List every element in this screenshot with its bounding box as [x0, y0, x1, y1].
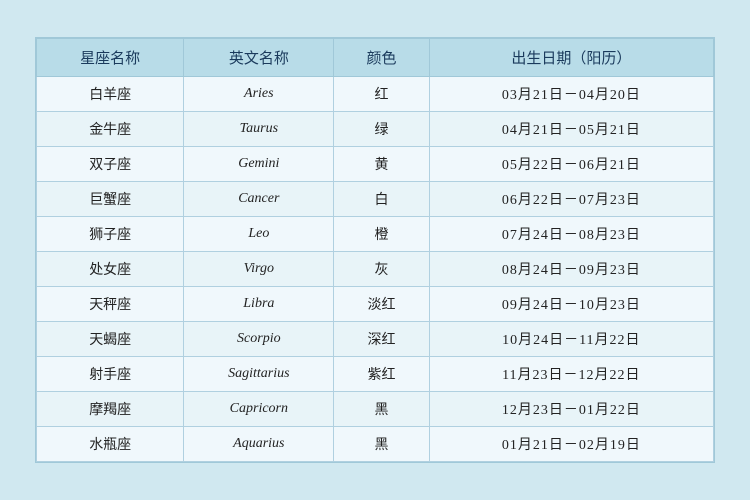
cell-dates: 12月23日－01月22日 [429, 392, 713, 427]
table-row: 天蝎座Scorpio深红10月24日－11月22日 [37, 322, 714, 357]
table-row: 白羊座Aries红03月21日－04月20日 [37, 77, 714, 112]
cell-dates: 06月22日－07月23日 [429, 182, 713, 217]
cell-chinese-name: 狮子座 [37, 217, 184, 252]
cell-color: 绿 [334, 112, 429, 147]
cell-dates: 04月21日－05月21日 [429, 112, 713, 147]
cell-color: 红 [334, 77, 429, 112]
cell-dates: 10月24日－11月22日 [429, 322, 713, 357]
cell-english-name: Gemini [184, 147, 334, 182]
table-row: 天秤座Libra淡红09月24日－10月23日 [37, 287, 714, 322]
cell-english-name: Libra [184, 287, 334, 322]
cell-dates: 03月21日－04月20日 [429, 77, 713, 112]
header-dates: 出生日期（阳历） [429, 39, 713, 77]
cell-color: 黑 [334, 392, 429, 427]
cell-chinese-name: 金牛座 [37, 112, 184, 147]
cell-dates: 11月23日－12月22日 [429, 357, 713, 392]
table-row: 巨蟹座Cancer白06月22日－07月23日 [37, 182, 714, 217]
table-row: 射手座Sagittarius紫红11月23日－12月22日 [37, 357, 714, 392]
table-row: 处女座Virgo灰08月24日－09月23日 [37, 252, 714, 287]
cell-color: 紫红 [334, 357, 429, 392]
table-row: 水瓶座Aquarius黑01月21日－02月19日 [37, 427, 714, 462]
table-row: 双子座Gemini黄05月22日－06月21日 [37, 147, 714, 182]
cell-color: 深红 [334, 322, 429, 357]
cell-chinese-name: 双子座 [37, 147, 184, 182]
zodiac-table: 星座名称 英文名称 颜色 出生日期（阳历） 白羊座Aries红03月21日－04… [36, 38, 714, 462]
cell-dates: 05月22日－06月21日 [429, 147, 713, 182]
cell-chinese-name: 巨蟹座 [37, 182, 184, 217]
cell-dates: 07月24日－08月23日 [429, 217, 713, 252]
table-row: 金牛座Taurus绿04月21日－05月21日 [37, 112, 714, 147]
cell-chinese-name: 天秤座 [37, 287, 184, 322]
cell-color: 黄 [334, 147, 429, 182]
cell-english-name: Leo [184, 217, 334, 252]
cell-english-name: Aries [184, 77, 334, 112]
cell-chinese-name: 摩羯座 [37, 392, 184, 427]
cell-chinese-name: 天蝎座 [37, 322, 184, 357]
cell-chinese-name: 白羊座 [37, 77, 184, 112]
cell-color: 白 [334, 182, 429, 217]
header-english-name: 英文名称 [184, 39, 334, 77]
cell-dates: 09月24日－10月23日 [429, 287, 713, 322]
cell-english-name: Capricorn [184, 392, 334, 427]
table-row: 狮子座Leo橙07月24日－08月23日 [37, 217, 714, 252]
table-header-row: 星座名称 英文名称 颜色 出生日期（阳历） [37, 39, 714, 77]
cell-chinese-name: 射手座 [37, 357, 184, 392]
cell-chinese-name: 处女座 [37, 252, 184, 287]
zodiac-table-container: 星座名称 英文名称 颜色 出生日期（阳历） 白羊座Aries红03月21日－04… [35, 37, 715, 463]
cell-english-name: Virgo [184, 252, 334, 287]
cell-color: 黑 [334, 427, 429, 462]
cell-color: 灰 [334, 252, 429, 287]
cell-english-name: Sagittarius [184, 357, 334, 392]
cell-color: 淡红 [334, 287, 429, 322]
cell-dates: 01月21日－02月19日 [429, 427, 713, 462]
cell-english-name: Cancer [184, 182, 334, 217]
table-body: 白羊座Aries红03月21日－04月20日金牛座Taurus绿04月21日－0… [37, 77, 714, 462]
header-chinese-name: 星座名称 [37, 39, 184, 77]
cell-english-name: Aquarius [184, 427, 334, 462]
cell-chinese-name: 水瓶座 [37, 427, 184, 462]
header-color: 颜色 [334, 39, 429, 77]
cell-english-name: Taurus [184, 112, 334, 147]
cell-color: 橙 [334, 217, 429, 252]
cell-dates: 08月24日－09月23日 [429, 252, 713, 287]
cell-english-name: Scorpio [184, 322, 334, 357]
table-row: 摩羯座Capricorn黑12月23日－01月22日 [37, 392, 714, 427]
